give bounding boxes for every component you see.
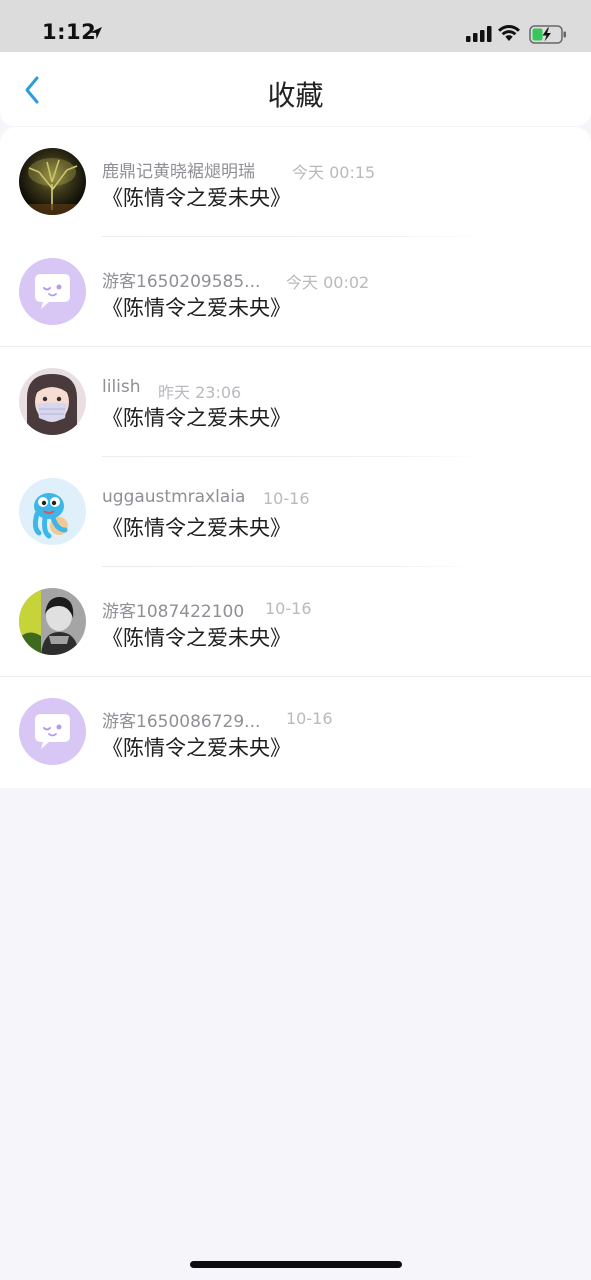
avatar [19, 258, 86, 325]
favorite-item[interactable]: 游客1650209585... 今天 00:02 《陈情令之爱未央》 [0, 237, 591, 347]
timestamp: 今天 00:02 [286, 273, 370, 292]
favorite-item[interactable]: 鹿鼎记黄晓裾煺明瑞 今天 00:15 《陈情令之爱未央》 [0, 127, 591, 237]
work-title[interactable]: 《陈情令之爱未央》 [102, 732, 291, 762]
work-title[interactable]: 《陈情令之爱未央》 [102, 622, 291, 652]
work-title[interactable]: 《陈情令之爱未央》 [102, 402, 291, 432]
favorites-list: 鹿鼎记黄晓裾煺明瑞 今天 00:15 《陈情令之爱未央》 游客165020958… [0, 127, 591, 788]
favorite-item[interactable]: 游客1087422100 10-16 《陈情令之爱未央》 [0, 567, 591, 677]
favorite-item[interactable]: 游客1650086729... 10-16 《陈情令之爱未央》 [0, 677, 591, 787]
page-title: 收藏 [267, 79, 324, 112]
avatar [19, 368, 86, 435]
nav-bar: 收藏 [0, 52, 591, 126]
work-title[interactable]: 《陈情令之爱未央》 [102, 182, 291, 212]
user-name: lilish [102, 377, 141, 397]
user-name: 游客1650086729... [102, 712, 261, 732]
favorite-item[interactable]: uggaustmraxlaia 10-16 《陈情令之爱未央》 [0, 457, 591, 567]
avatar [19, 478, 86, 545]
battery-charging-icon [529, 25, 566, 44]
timestamp: 昨天 23:06 [158, 383, 242, 402]
cellular-signal-icon [466, 26, 492, 42]
user-name: uggaustmraxlaia [102, 487, 246, 507]
user-name: 鹿鼎记黄晓裾煺明瑞 [102, 162, 255, 182]
timestamp: 10-16 [263, 489, 310, 508]
user-name: 游客1087422100 [102, 602, 245, 622]
avatar [19, 698, 86, 765]
work-title[interactable]: 《陈情令之爱未央》 [102, 292, 291, 322]
timestamp: 今天 00:15 [292, 163, 376, 182]
timestamp: 10-16 [265, 599, 312, 618]
user-name: 游客1650209585... [102, 272, 261, 292]
status-bar: 1:12 [0, 0, 591, 52]
avatar [19, 148, 86, 215]
wifi-icon [498, 25, 520, 41]
timestamp: 10-16 [286, 709, 333, 728]
location-arrow-icon [90, 27, 102, 39]
home-indicator[interactable] [190, 1261, 402, 1268]
work-title[interactable]: 《陈情令之爱未央》 [102, 512, 291, 542]
avatar [19, 588, 86, 655]
favorite-item[interactable]: lilish 昨天 23:06 《陈情令之爱未央》 [0, 347, 591, 457]
